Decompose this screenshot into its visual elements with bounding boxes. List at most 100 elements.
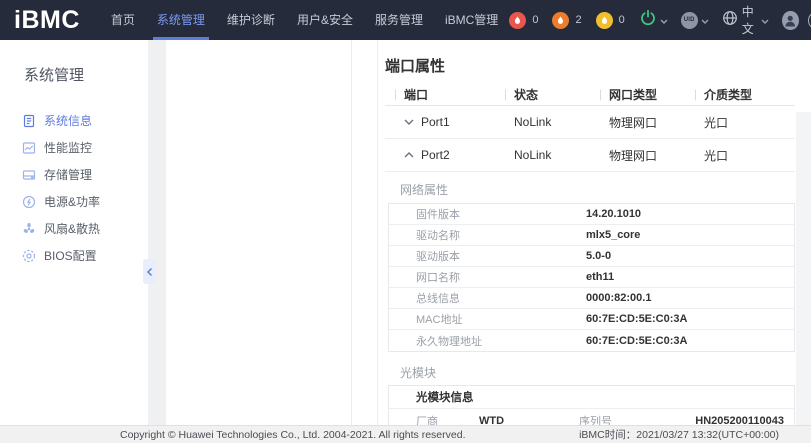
property-value: 0000:82:00.1 [586,292,651,304]
optical-module-info-header: 光模块信息 [389,386,794,409]
chart-icon [22,141,36,155]
major-alarm-icon [552,12,569,29]
main-nav: 首页 系统管理 维护诊断 用户&安全 服务管理 iBMC管理 [100,0,509,40]
table-row: 永久物理地址 60:7E:CD:5E:C0:3A [389,330,794,351]
collapse-chevron-up-icon[interactable] [404,152,414,158]
port-table-header: 端口 状态 网口类型 介质类型 [385,84,795,106]
sidebar-item-label: 电源&功率 [44,193,100,210]
property-value: 60:7E:CD:5E:C0:3A [586,335,687,347]
sidebar-item-label: 存储管理 [44,166,92,183]
expand-chevron-down-icon[interactable] [404,119,414,125]
nav-item-maintenance-diagnostics[interactable]: 维护诊断 [216,0,286,40]
table-row: 驱动版本 5.0-0 [389,246,794,267]
sidebar-item-system-info[interactable]: 系统信息 [0,107,148,134]
serial-number-label: 序列号 [579,413,689,425]
port-status: NoLink [505,148,600,162]
power-meter-icon [22,195,36,209]
property-value: eth11 [586,271,614,283]
port-name: Port2 [421,148,450,162]
power-control-menu[interactable] [639,9,668,32]
sidebar-title: 系统管理 [0,40,148,85]
chevron-down-icon [660,11,668,29]
property-label: MAC地址 [389,311,586,327]
panel-divider [351,40,352,425]
nav-item-home[interactable]: 首页 [100,0,146,40]
document-icon [22,114,36,128]
table-row: MAC地址 60:7E:CD:5E:C0:3A [389,309,794,330]
table-row: 驱动名称 mlx5_core [389,225,794,246]
property-label: 总线信息 [389,290,586,306]
property-value: 5.0-0 [586,250,611,262]
globe-icon [722,10,738,31]
media-type: 光口 [695,147,795,164]
uid-led-menu[interactable]: UID [681,11,709,29]
ibmc-time: iBMC时间：2021/03/27 13:32(UTC+00:00) [579,427,779,442]
sidebar-item-label: 系统信息 [44,112,92,129]
minor-alarm-indicator[interactable]: 0 [596,12,625,29]
property-label: 固件版本 [389,206,586,222]
sidebar-item-fans-cooling[interactable]: 风扇&散热 [0,215,148,242]
serial-number-value: HN205200110043 [689,415,794,425]
fan-icon [22,222,36,236]
port-name: Port1 [421,115,450,129]
nav-item-service-management[interactable]: 服务管理 [364,0,434,40]
ibmc-time-label: iBMC时间： [579,429,636,441]
sidebar-item-label: 性能监控 [44,139,92,156]
port-status: NoLink [505,115,600,129]
property-value: mlx5_core [586,229,640,241]
nav-item-ibmc-management[interactable]: iBMC管理 [434,0,509,40]
vendor-label: 厂商 [389,413,479,425]
nav-item-system-management[interactable]: 系统管理 [146,0,216,40]
power-icon [639,9,657,32]
table-row: 总线信息 0000:82:00.1 [389,288,794,309]
table-row: 厂商 WTD 序列号 HN205200110043 [389,409,794,425]
ibmc-page: iBMC 首页 系统管理 维护诊断 用户&安全 服务管理 iBMC管理 0 2 [0,0,811,443]
nav-item-user-security[interactable]: 用户&安全 [286,0,364,40]
vendor-value: WTD [479,415,579,425]
copyright-text: Copyright © Huawei Technologies Co., Ltd… [120,429,466,441]
critical-alarm-indicator[interactable]: 0 [509,12,538,29]
network-properties-table: 固件版本 14.20.1010 驱动名称 mlx5_core 驱动版本 5.0-… [388,203,795,352]
table-row-port1[interactable]: Port1 NoLink 物理网口 光口 [385,106,795,139]
panel-divider [377,40,378,425]
major-alarm-count: 2 [575,14,581,26]
top-navigation-bar: iBMC 首页 系统管理 维护诊断 用户&安全 服务管理 iBMC管理 0 2 [0,0,811,40]
user-avatar[interactable] [782,11,798,30]
storage-icon [22,168,36,182]
uid-icon: UID [681,12,698,29]
critical-alarm-count: 0 [532,14,538,26]
media-type: 光口 [695,114,795,131]
minor-alarm-count: 0 [619,14,625,26]
column-header-port: 端口 [395,86,505,103]
chevron-down-icon [761,11,769,29]
port-type: 物理网口 [600,147,695,164]
table-row-port2[interactable]: Port2 NoLink 物理网口 光口 [385,139,795,172]
property-label: 网口名称 [389,269,586,285]
sidebar-item-performance-monitor[interactable]: 性能监控 [0,134,148,161]
sidebar-item-storage-management[interactable]: 存储管理 [0,161,148,188]
column-header-port-type: 网口类型 [600,86,695,103]
network-properties-title: 网络属性 [400,181,795,198]
minor-alarm-icon [596,12,613,29]
port-type: 物理网口 [600,114,695,131]
language-label: 中文 [742,3,759,37]
optical-module-table: 光模块信息 厂商 WTD 序列号 HN205200110043 [388,385,795,425]
chevron-down-icon [701,11,709,29]
column-header-media-type: 介质类型 [695,86,795,103]
sidebar-item-power[interactable]: 电源&功率 [0,188,148,215]
sidebar-menu: 系统信息 性能监控 存储管理 [0,107,148,269]
sidebar: 系统管理 系统信息 性能监控 [0,40,148,425]
panel-title: 端口属性 [385,55,795,76]
language-selector[interactable]: 中文 [722,3,770,37]
critical-alarm-icon [509,12,526,29]
property-value: 60:7E:CD:5E:C0:3A [586,313,687,325]
vertical-scrollbar[interactable] [796,112,811,425]
footer-bar: Copyright © Huawei Technologies Co., Ltd… [0,425,811,443]
sidebar-item-label: 风扇&散热 [44,220,100,237]
sidebar-item-bios-config[interactable]: BIOS配置 [0,242,148,269]
sidebar-collapse-button[interactable] [143,259,156,284]
ibmc-time-value: 2021/03/27 13:32(UTC+00:00) [636,429,779,441]
table-row: 固件版本 14.20.1010 [389,204,794,225]
major-alarm-indicator[interactable]: 2 [552,12,581,29]
content-card: 端口属性 端口 状态 网口类型 介质类型 Port1 NoLink [166,40,811,425]
